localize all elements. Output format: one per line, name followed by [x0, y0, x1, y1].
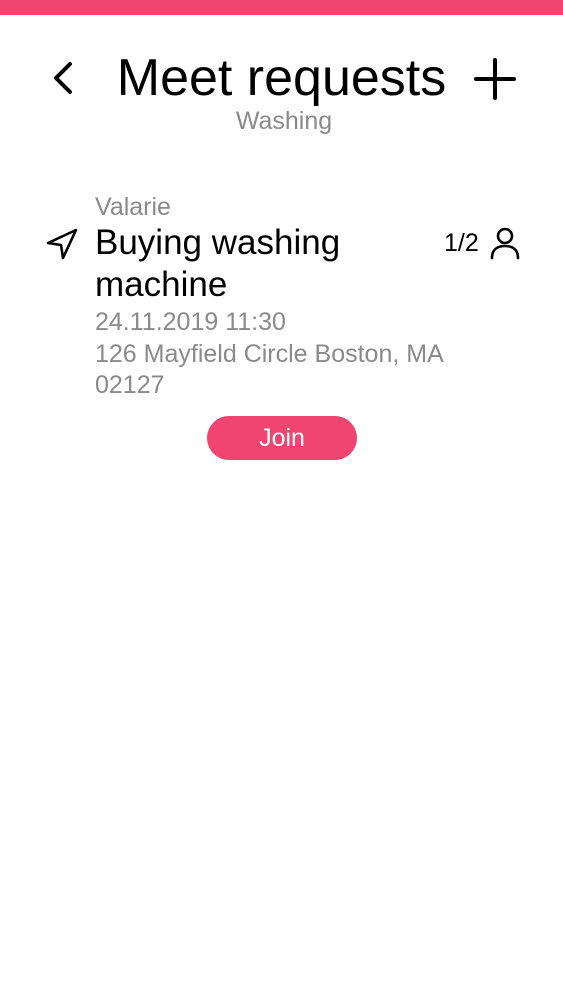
request-card: Valarie Buying washing machine 1/2 24.11… — [0, 190, 563, 470]
plus-icon — [474, 58, 516, 100]
join-button[interactable]: Join — [207, 416, 357, 460]
page-subtitle: Washing — [235, 107, 333, 135]
participants-count: 1/2 — [444, 229, 479, 257]
person-icon — [490, 227, 520, 260]
request-title: Buying washing machine — [95, 223, 341, 304]
status-bar — [0, 0, 563, 15]
request-address: 126 Mayfield Circle Boston, MA 02127 — [95, 340, 443, 399]
add-request-button[interactable] — [470, 54, 520, 104]
navigation-arrow-icon — [46, 228, 78, 260]
request-datetime: 24.11.2019 11:30 — [95, 308, 286, 336]
request-author: Valarie — [95, 193, 171, 221]
